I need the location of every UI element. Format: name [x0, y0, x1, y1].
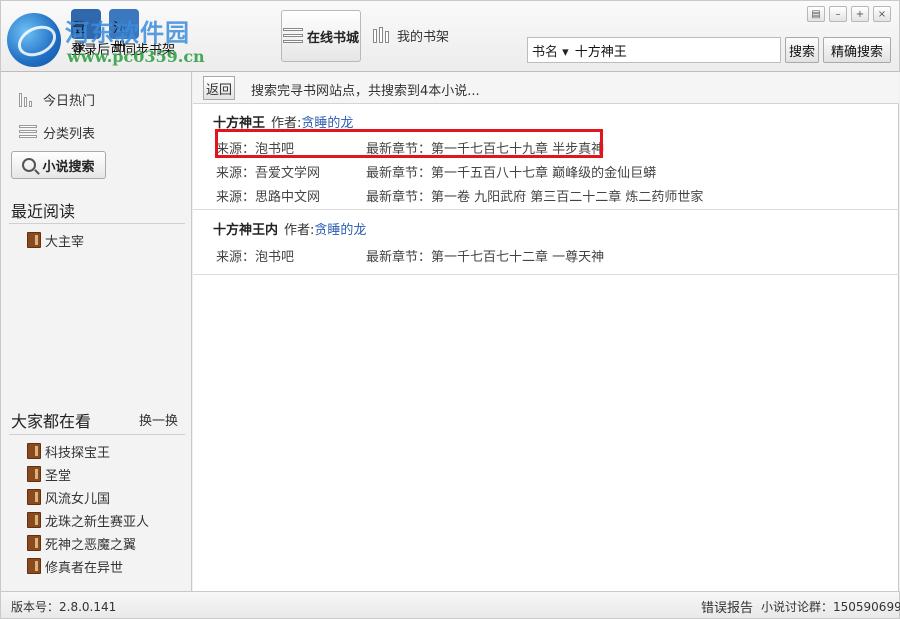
error-report-link[interactable]: 错误报告: [701, 597, 753, 616]
refresh-link[interactable]: 换一换: [139, 410, 178, 429]
recent-book-item[interactable]: 大主宰: [27, 230, 84, 250]
tab-my-bookshelf[interactable]: 我的书架: [373, 23, 449, 47]
result-header: 十方神王内 作者:贪睡的龙: [213, 219, 366, 238]
book-icon: [27, 558, 41, 574]
search-icon: [22, 158, 37, 172]
version-text: 版本号：2.8.0.141: [11, 600, 117, 614]
result-group: 十方神王 作者:贪睡的龙 来源：泡书吧 最新章节：第一千七百七十九章 半步真神 来…: [193, 104, 899, 210]
app-header: 登录 注册 登录后可同步书架 河东软件园 www.pc0359.cn 在线书城 …: [0, 0, 900, 72]
search-type-dropdown[interactable]: 书名 ▾: [528, 41, 573, 60]
author-link[interactable]: 贪睡的龙: [301, 116, 353, 131]
sidebar-item-category-list[interactable]: 分类列表: [19, 121, 95, 143]
book-title: 大主宰: [45, 234, 85, 250]
latest-chapter: 最新章节：第一千七百七十二章 一尊天神: [366, 250, 605, 265]
result-book-title[interactable]: 十方神王: [213, 116, 265, 131]
search-button[interactable]: 搜索: [785, 37, 819, 63]
popular-book-item[interactable]: 科技探宝王: [27, 441, 110, 461]
sidebar-item-today-hot[interactable]: 今日热门: [19, 88, 95, 110]
popular-book-item[interactable]: 龙珠之新生赛亚人: [27, 510, 149, 530]
source-row[interactable]: 来源：吾爱文学网 最新章节：第一千五百八十七章 巅峰级的金仙巨蟒: [216, 162, 656, 181]
search-type-label: 书名: [532, 44, 559, 60]
book-title: 修真者在异世: [45, 560, 124, 576]
source-row[interactable]: 来源：思路中文网 最新章节：第一卷 九阳武府 第三百二十二章 炼二药师世家: [216, 186, 703, 205]
globe-logo-icon: [7, 13, 61, 67]
forum-group-text: 小说讨论群：150590699: [761, 600, 900, 614]
close-icon[interactable]: ×: [873, 6, 891, 22]
divider: [9, 434, 185, 435]
chart-bars-icon: [19, 91, 37, 107]
source-row[interactable]: 来源：泡书吧 最新章节：第一千七百七十九章 半步真神: [216, 138, 604, 157]
result-toolbar: 返回 搜索完寻书网站点，共搜索到4本小说...: [193, 72, 899, 104]
search-input[interactable]: [572, 39, 780, 61]
main-content: 返回 搜索完寻书网站点，共搜索到4本小说... 十方神王 作者:贪睡的龙 来源：泡…: [193, 72, 899, 591]
author-label: 作者:: [271, 116, 302, 131]
search-status-text: 搜索完寻书网站点，共搜索到4本小说...: [251, 84, 480, 99]
latest-chapter: 最新章节：第一卷 九阳武府 第三百二十二章 炼二药师世家: [366, 190, 704, 205]
tab-online-bookstore[interactable]: 在线书城: [281, 10, 361, 62]
source-name: 来源：吾爱文学网: [216, 166, 321, 181]
book-title: 科技探宝王: [45, 445, 111, 461]
latest-chapter: 最新章节：第一千七百七十九章 半步真神: [366, 142, 605, 157]
divider: [9, 223, 185, 224]
popular-book-item[interactable]: 圣堂: [27, 464, 71, 484]
popular-book-item[interactable]: 死神之恶魔之翼: [27, 533, 136, 553]
precise-search-button[interactable]: 精确搜索: [823, 37, 891, 63]
book-icon: [27, 232, 41, 248]
book-title: 龙珠之新生赛亚人: [45, 514, 150, 530]
sidebar-item-label: 分类列表: [43, 126, 96, 142]
book-title: 圣堂: [45, 468, 72, 484]
book-icon: [27, 466, 41, 482]
book-icon: [27, 489, 41, 505]
source-row[interactable]: 来源：泡书吧 最新章节：第一千七百七十二章 一尊天神: [216, 246, 604, 265]
app-logo: [5, 7, 67, 67]
source-name: 来源：泡书吧: [216, 250, 295, 265]
tab-shelf-label: 我的书架: [397, 29, 450, 45]
list-icon: [19, 125, 37, 139]
minimize-icon[interactable]: –: [829, 6, 847, 22]
back-button[interactable]: 返回: [203, 76, 235, 100]
book-icon: [27, 443, 41, 459]
menu-icon[interactable]: ▤: [807, 6, 825, 22]
book-title: 风流女儿国: [45, 491, 111, 507]
tab-online-label: 在线书城: [306, 30, 359, 46]
result-header: 十方神王 作者:贪睡的龙: [213, 112, 353, 131]
list-icon: [282, 28, 303, 44]
book-icon: [27, 512, 41, 528]
result-group: 十方神王内 作者:贪睡的龙 来源：泡书吧 最新章节：第一千七百七十二章 一尊天神: [193, 211, 899, 275]
latest-chapter: 最新章节：第一千五百八十七章 巅峰级的金仙巨蟒: [366, 166, 657, 181]
sidebar-item-novel-search[interactable]: 小说搜索: [11, 151, 106, 179]
sidebar-item-label: 小说搜索: [42, 159, 95, 175]
maximize-icon[interactable]: +: [851, 6, 869, 22]
author-link[interactable]: 贪睡的龙: [314, 223, 366, 238]
bookshelf-icon: [373, 27, 393, 43]
popular-book-item[interactable]: 风流女儿国: [27, 487, 110, 507]
source-name: 来源：思路中文网: [216, 190, 321, 205]
window-controls: ▤ – + ×: [807, 6, 891, 22]
popular-book-item[interactable]: 修真者在异世: [27, 556, 123, 576]
book-icon: [27, 535, 41, 551]
sidebar-item-label: 今日热门: [43, 93, 96, 109]
status-bar: 版本号：2.8.0.141 错误报告 小说讨论群：150590699: [0, 591, 900, 619]
recent-reading-title: 最近阅读: [11, 202, 76, 221]
source-name: 来源：泡书吧: [216, 142, 295, 157]
search-box: 书名 ▾: [527, 37, 781, 63]
result-book-title[interactable]: 十方神王内: [213, 223, 278, 238]
login-hint-text: 登录后可同步书架: [71, 43, 176, 58]
book-title: 死神之恶魔之翼: [45, 537, 137, 553]
author-label: 作者:: [284, 223, 315, 238]
sidebar: 今日热门 分类列表 小说搜索 最近阅读 大主宰 大家都在看 换一换 科技探宝王 …: [0, 72, 192, 591]
popular-title: 大家都在看: [11, 412, 92, 431]
